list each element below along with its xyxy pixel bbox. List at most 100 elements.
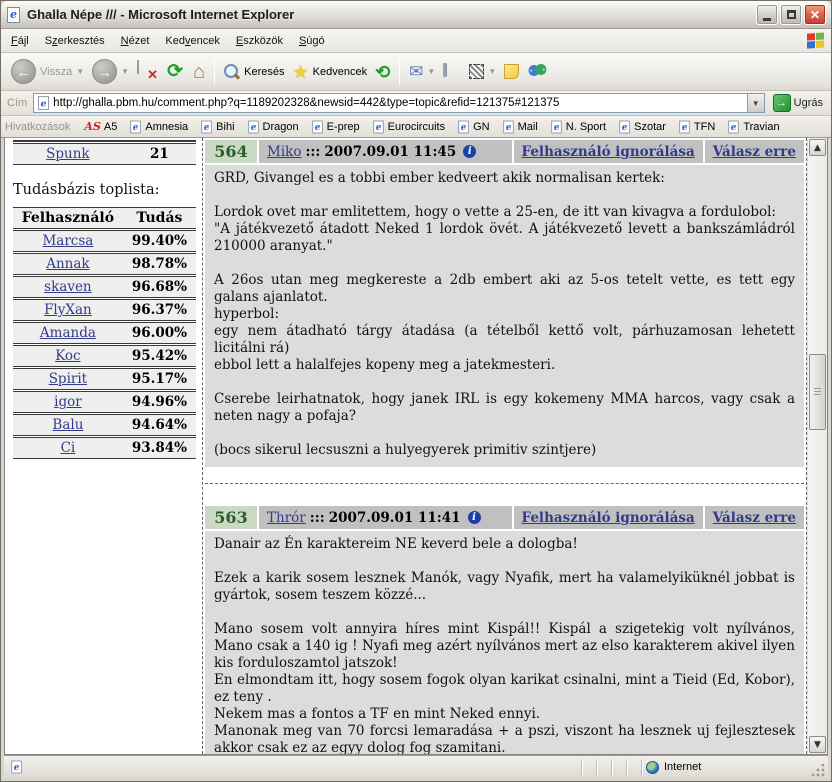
reply-cell: Válasz erre bbox=[705, 506, 804, 529]
messenger-icon bbox=[527, 63, 547, 81]
stop-button[interactable] bbox=[133, 59, 161, 85]
user-link[interactable]: Balu bbox=[52, 417, 83, 433]
user-link[interactable]: Koc bbox=[55, 348, 80, 364]
favorites-button[interactable]: ★ Kedvencek bbox=[289, 61, 372, 83]
links-bar-item-a5[interactable]: ASA5 bbox=[78, 119, 123, 134]
scroll-up-icon[interactable]: ▲ bbox=[809, 139, 826, 156]
mail-button[interactable]: ✉ ▼ bbox=[405, 61, 439, 82]
user-link[interactable]: Marcsa bbox=[42, 233, 93, 249]
link-label: Bihi bbox=[216, 121, 234, 133]
close-button[interactable]: ✕ bbox=[804, 4, 826, 25]
table-row: Koc95.42% bbox=[13, 345, 196, 367]
scroll-down-icon[interactable]: ▼ bbox=[809, 736, 826, 753]
search-label: Keresés bbox=[244, 66, 284, 78]
link-label: Dragon bbox=[263, 121, 299, 133]
vertical-scrollbar[interactable]: ▲ ▼ bbox=[807, 138, 827, 754]
user-link[interactable]: Annak bbox=[46, 256, 89, 272]
menu-kedvencek[interactable]: Kedvencek bbox=[157, 31, 227, 51]
menu-nézet[interactable]: Nézet bbox=[113, 31, 158, 51]
mail-dropdown-icon[interactable]: ▼ bbox=[427, 67, 435, 76]
messenger-button[interactable] bbox=[523, 61, 551, 83]
link-label: TFN bbox=[694, 121, 715, 133]
edit-button[interactable]: ▼ bbox=[465, 62, 500, 81]
menu-items: FájlSzerkesztésNézetKedvencekEszközökSúg… bbox=[3, 35, 333, 47]
internet-globe-icon bbox=[646, 761, 659, 774]
links-bar-item-szotar[interactable]: Szotar bbox=[612, 118, 672, 136]
links-bar-item-gn[interactable]: GN bbox=[451, 118, 496, 136]
post-body: GRD, Givangel es a tobbi ember kedveert … bbox=[205, 165, 804, 467]
links-bar-item-e-prep[interactable]: E-prep bbox=[305, 118, 366, 136]
address-url[interactable]: http://ghalla.pbm.hu/comment.php?q=11892… bbox=[53, 97, 746, 109]
ie-page-icon bbox=[248, 120, 258, 133]
links-bar-item-tfn[interactable]: TFN bbox=[672, 118, 721, 136]
ie-page-icon bbox=[201, 120, 211, 133]
address-dropdown-icon[interactable]: ▼ bbox=[747, 94, 764, 112]
edit-dropdown-icon[interactable]: ▼ bbox=[488, 67, 496, 76]
author-link[interactable]: Thrór bbox=[267, 510, 306, 526]
menu-szerkesztés[interactable]: Szerkesztés bbox=[37, 31, 113, 51]
refresh-button[interactable]: ⟳ bbox=[161, 59, 189, 85]
search-button[interactable]: Keresés bbox=[220, 62, 288, 82]
menu-eszközök[interactable]: Eszközök bbox=[228, 31, 291, 51]
post-date: 2007.09.01 11:41 bbox=[329, 510, 461, 526]
link-label: Mail bbox=[518, 121, 538, 133]
back-button[interactable]: ← Vissza ▼ bbox=[7, 57, 88, 86]
back-dropdown-icon[interactable]: ▼ bbox=[76, 67, 84, 76]
links-bar-item-eurocircuits[interactable]: Eurocircuits bbox=[366, 118, 451, 136]
info-icon[interactable]: i bbox=[463, 145, 476, 158]
reply-link[interactable]: Válasz erre bbox=[713, 510, 796, 526]
link-label: GN bbox=[473, 121, 490, 133]
links-bar-item-dragon[interactable]: Dragon bbox=[241, 118, 305, 136]
stop-icon bbox=[137, 61, 157, 83]
user-link[interactable]: skaven bbox=[44, 279, 91, 295]
links-bar-item-amnesia[interactable]: Amnesia bbox=[123, 118, 194, 136]
notes-button[interactable] bbox=[500, 62, 523, 81]
user-link[interactable]: igor bbox=[54, 394, 82, 410]
user-link[interactable]: Ci bbox=[61, 440, 76, 456]
menu-súgó[interactable]: Súgó bbox=[291, 31, 333, 51]
table-row: Marcsa99.40% bbox=[13, 230, 196, 252]
user-link[interactable]: Spunk bbox=[46, 146, 89, 162]
post-564: 564 Miko ::: 2007.09.01 11:45 i Felhaszn… bbox=[205, 140, 804, 484]
links-bar-item-n-sport[interactable]: N. Sport bbox=[544, 118, 612, 136]
ie-page-icon bbox=[551, 120, 561, 133]
info-icon[interactable]: i bbox=[468, 511, 481, 524]
sidebar: Spunk 21 Tudásbázis toplista: Felhasznál… bbox=[5, 138, 202, 754]
table-row: Amanda96.00% bbox=[13, 322, 196, 344]
address-label: Cím bbox=[7, 97, 27, 109]
history-button[interactable]: ⟲ bbox=[371, 61, 394, 83]
user-link[interactable]: Spirit bbox=[49, 371, 87, 387]
reply-cell: Válasz erre bbox=[705, 140, 804, 163]
browser-window: Ghalla Népe /// - Microsoft Internet Exp… bbox=[0, 0, 832, 782]
ignore-user-link[interactable]: Felhasználó ignorálása bbox=[522, 144, 695, 160]
links-bar-item-travian[interactable]: Travian bbox=[721, 118, 785, 136]
user-score: 94.64% bbox=[123, 414, 196, 436]
scrollbar-thumb[interactable] bbox=[809, 354, 826, 430]
ignore-user-link[interactable]: Felhasználó ignorálása bbox=[522, 510, 695, 526]
reply-link[interactable]: Válasz erre bbox=[713, 144, 796, 160]
links-bar-item-mail[interactable]: Mail bbox=[496, 118, 544, 136]
links-bar-item-bihi[interactable]: Bihi bbox=[194, 118, 240, 136]
user-link[interactable]: Amanda bbox=[40, 325, 96, 341]
post-header: 564 Miko ::: 2007.09.01 11:45 i Felhaszn… bbox=[205, 140, 804, 163]
back-icon: ← bbox=[11, 59, 36, 84]
status-pane bbox=[612, 759, 627, 776]
table-header-row: Felhasználó Tudás bbox=[13, 207, 196, 229]
minimize-button[interactable] bbox=[756, 4, 778, 25]
forward-button[interactable]: → ▼ bbox=[88, 57, 133, 86]
home-icon: ⌂ bbox=[193, 62, 205, 82]
address-combobox[interactable]: http://ghalla.pbm.hu/comment.php?q=11892… bbox=[33, 93, 764, 113]
table-row: FlyXan96.37% bbox=[13, 299, 196, 321]
user-link[interactable]: FlyXan bbox=[44, 302, 92, 318]
back-label: Vissza bbox=[40, 66, 72, 78]
go-button[interactable]: → Ugrás bbox=[769, 93, 827, 113]
menu-fájl[interactable]: Fájl bbox=[3, 31, 37, 51]
maximize-button[interactable] bbox=[780, 4, 802, 25]
as-logo-icon: AS bbox=[84, 120, 100, 133]
table-row: Ci93.84% bbox=[13, 437, 196, 459]
resize-grip[interactable] bbox=[812, 764, 826, 778]
author-link[interactable]: Miko bbox=[267, 144, 301, 160]
print-button[interactable] bbox=[439, 62, 465, 82]
home-button[interactable]: ⌂ bbox=[189, 60, 209, 84]
forward-dropdown-icon[interactable]: ▼ bbox=[121, 67, 129, 76]
